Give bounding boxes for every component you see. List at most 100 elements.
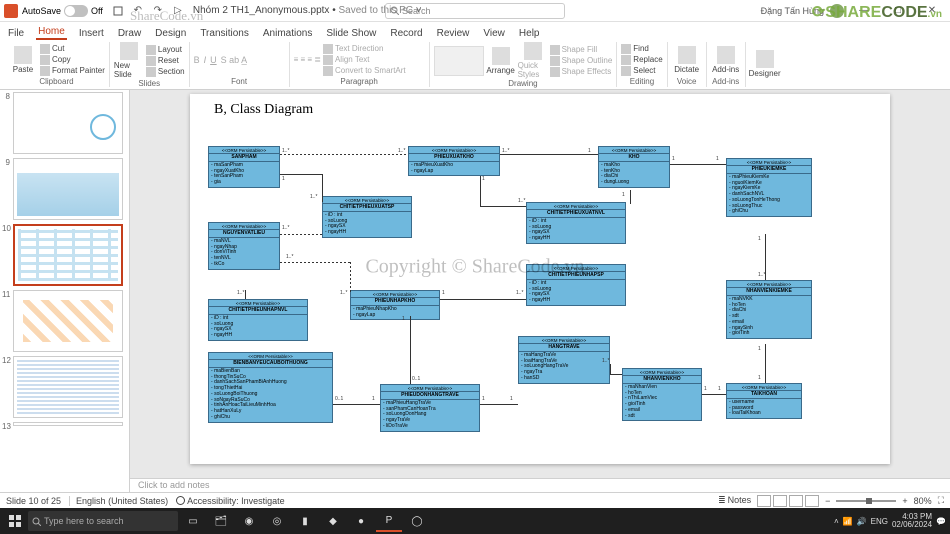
layout-button[interactable]: Layout	[146, 45, 185, 55]
toggle-icon[interactable]	[64, 5, 88, 17]
class-taikhoan[interactable]: <<ORM Persistable>>TAIKHOANusernamepassw…	[726, 383, 802, 419]
tab-help[interactable]: Help	[517, 27, 542, 40]
slideshow-icon[interactable]: ▷	[171, 4, 185, 18]
zoom-slider[interactable]	[836, 500, 896, 502]
app-icon[interactable]: ◆	[320, 510, 346, 532]
slide-area[interactable]: B, Class Diagram <<ORM Persistable>>SANP…	[130, 90, 950, 478]
copy-button[interactable]: Copy	[40, 55, 105, 65]
notes-toggle[interactable]: ≣ Notes	[718, 495, 751, 506]
autosave-toggle[interactable]: AutoSave Off	[22, 5, 103, 17]
clock[interactable]: 4:03 PM02/06/2024	[892, 513, 932, 529]
minimize-button[interactable]: —	[850, 0, 878, 22]
user-avatar-icon[interactable]	[830, 4, 844, 18]
class-hangtrave[interactable]: <<ORM Persistable>>HANGTRAVEmaHangTraVel…	[518, 336, 610, 384]
format-painter-button[interactable]: Format Painter	[40, 66, 105, 76]
class-phieuxuatkho[interactable]: <<ORM Persistable>>PHIEUXUATKHOmaPhieuXu…	[408, 146, 500, 176]
designer-button[interactable]: Designer	[750, 50, 780, 78]
quick-styles-button[interactable]: Quick Styles	[518, 42, 548, 79]
language-icon[interactable]: ENG	[871, 517, 888, 526]
close-button[interactable]: ✕	[918, 0, 946, 22]
language-indicator[interactable]: English (United States)	[69, 496, 168, 506]
convert-smartart-button[interactable]: Convert to SmartArt	[323, 66, 406, 76]
thumb-12[interactable]	[13, 356, 123, 418]
normal-view-button[interactable]	[757, 495, 771, 507]
class-sanpham[interactable]: <<ORM Persistable>>SANPHAMmaSanPhamngayX…	[208, 146, 280, 188]
addins-button[interactable]: Add-ins	[711, 46, 741, 74]
class-phieudonhangtrave[interactable]: <<ORM Persistable>>PHIEUDONHANGTRAVEmaPh…	[380, 384, 480, 432]
find-button[interactable]: Find	[621, 44, 662, 54]
app-icon[interactable]: ◯	[404, 510, 430, 532]
chrome-icon[interactable]: ◎	[264, 510, 290, 532]
slideshow-view-button[interactable]	[805, 495, 819, 507]
reading-view-button[interactable]	[789, 495, 803, 507]
text-direction-button[interactable]: Text Direction	[323, 44, 406, 54]
tab-file[interactable]: File	[6, 27, 26, 40]
new-slide-button[interactable]: New Slide	[114, 42, 144, 79]
section-button[interactable]: Section	[146, 67, 185, 77]
wifi-icon[interactable]: 📶	[843, 517, 853, 526]
search-input[interactable]: Search	[385, 3, 565, 19]
tab-insert[interactable]: Insert	[77, 27, 106, 40]
explorer-icon[interactable]: 🗂	[208, 510, 234, 532]
class-chitietphieuxuatnvl[interactable]: <<ORM Persistable>>CHITIETPHIEUXUATNVLiD…	[526, 202, 626, 244]
sorter-view-button[interactable]	[773, 495, 787, 507]
slide-canvas[interactable]: B, Class Diagram <<ORM Persistable>>SANP…	[190, 94, 890, 464]
paste-button[interactable]: Paste	[8, 46, 38, 74]
edge-icon[interactable]: ◉	[236, 510, 262, 532]
tray-chevron-icon[interactable]: ˄	[834, 517, 839, 526]
tab-animations[interactable]: Animations	[261, 27, 314, 40]
thumb-13[interactable]	[13, 422, 123, 426]
shapes-gallery[interactable]	[434, 46, 484, 76]
tab-home[interactable]: Home	[36, 25, 67, 40]
class-chitietphieunhapsp[interactable]: <<ORM Persistable>>CHITIETPHIEUNHAPSPiD …	[526, 264, 626, 306]
start-button[interactable]	[4, 510, 26, 532]
tab-review[interactable]: Review	[435, 27, 472, 40]
class-chitietphieuxuatsp[interactable]: <<ORM Persistable>>CHITIETPHIEUXUATSPiD …	[322, 196, 412, 238]
class-nguyenvatlieu[interactable]: <<ORM Persistable>>NGUYENVATLIEUmaNVLnga…	[208, 222, 280, 270]
thumb-11[interactable]	[13, 290, 123, 352]
undo-icon[interactable]: ↶	[131, 4, 145, 18]
tab-design[interactable]: Design	[153, 27, 188, 40]
notes-pane[interactable]: Click to add notes	[130, 478, 950, 492]
replace-button[interactable]: Replace	[621, 55, 662, 65]
tab-view[interactable]: View	[481, 27, 507, 40]
thumb-8[interactable]	[13, 92, 123, 154]
taskbar-search[interactable]: Type here to search	[28, 511, 178, 531]
arrange-button[interactable]: Arrange	[486, 47, 516, 75]
redo-icon[interactable]: ↷	[151, 4, 165, 18]
class-nhanvienkiemke[interactable]: <<ORM Persistable>>NHANVIENKIEMKEmaNVKKh…	[726, 280, 812, 339]
align-text-button[interactable]: Align Text	[323, 55, 406, 65]
select-button[interactable]: Select	[621, 66, 662, 76]
account-name[interactable]: Đặng Tấn Hùng	[761, 6, 824, 16]
fit-to-window-button[interactable]: ⛶	[938, 495, 944, 506]
save-icon[interactable]	[111, 4, 125, 18]
app-icon[interactable]: ●	[348, 510, 374, 532]
accessibility-indicator[interactable]: Accessibility: Investigate	[176, 496, 285, 506]
vscode-icon[interactable]: ▮	[292, 510, 318, 532]
shape-outline-button[interactable]: Shape Outline	[550, 56, 613, 66]
thumb-10[interactable]	[13, 224, 123, 286]
powerpoint-taskbar-icon[interactable]: P	[376, 510, 402, 532]
class-nhanvienkho[interactable]: <<ORM Persistable>>NHANVIENKHOmaNhanVien…	[622, 368, 702, 421]
zoom-out-button[interactable]: −	[825, 496, 830, 506]
class-kho[interactable]: <<ORM Persistable>>KHOmaKhotenKhodiaChid…	[598, 146, 670, 188]
dictate-button[interactable]: Dictate	[672, 46, 702, 74]
slide-counter[interactable]: Slide 10 of 25	[6, 496, 61, 506]
thumb-9[interactable]: Phần 3: Phân tích thiết kế hệ thống	[13, 158, 123, 220]
tab-transitions[interactable]: Transitions	[198, 27, 251, 40]
tab-record[interactable]: Record	[388, 27, 424, 40]
tab-slideshow[interactable]: Slide Show	[324, 27, 378, 40]
notifications-icon[interactable]: 💬	[936, 517, 946, 526]
slide-navigator[interactable]: 8 9Phần 3: Phân tích thiết kế hệ thống 1…	[0, 90, 130, 492]
volume-icon[interactable]: 🔊	[857, 517, 867, 526]
class-phieukiemke[interactable]: <<ORM Persistable>>PHIEUKIEMKEmaPhieuKie…	[726, 158, 812, 217]
reset-button[interactable]: Reset	[146, 56, 185, 66]
tab-draw[interactable]: Draw	[116, 27, 143, 40]
class-bienbanyeucauboithuong[interactable]: <<ORM Persistable>>BIENBANYEUCAUBOITHUON…	[208, 352, 333, 423]
task-view-icon[interactable]: ▭	[180, 510, 206, 532]
zoom-in-button[interactable]: +	[902, 496, 907, 506]
class-chitietphieunhapnvl[interactable]: <<ORM Persistable>>CHITIETPHIEUNHAPNVLiD…	[208, 299, 308, 341]
zoom-level[interactable]: 80%	[914, 496, 932, 506]
maximize-button[interactable]: □	[884, 0, 912, 22]
class-phieunhapkho[interactable]: <<ORM Persistable>>PHIEUNHAPKHOmaPhieuNh…	[350, 290, 440, 320]
